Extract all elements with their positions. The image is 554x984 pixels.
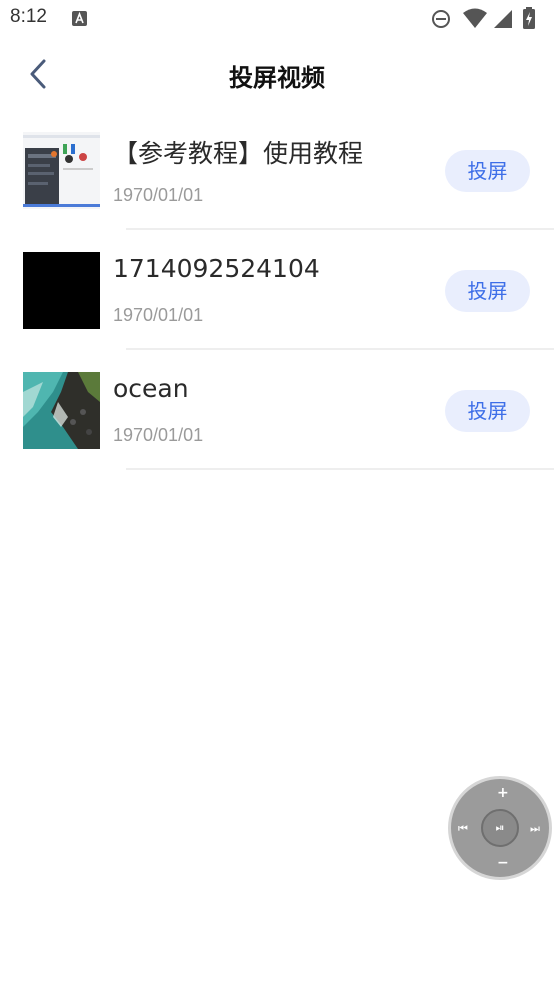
cell-signal-icon: [494, 10, 512, 28]
video-list-item[interactable]: ocean 1970/01/01 投屏: [0, 350, 554, 470]
video-thumbnail: [23, 252, 100, 329]
video-title: 【参考教程】使用教程: [113, 139, 364, 168]
do-not-disturb-icon: [432, 10, 450, 28]
video-list-item[interactable]: 1714092524104 1970/01/01 投屏: [0, 230, 554, 350]
play-pause-button[interactable]: ⏯: [481, 809, 519, 847]
cast-button[interactable]: 投屏: [445, 270, 530, 312]
video-thumbnail: [23, 372, 100, 449]
status-time: 8:12: [10, 6, 47, 27]
divider: [126, 468, 554, 470]
video-title: 1714092524104: [113, 254, 320, 283]
cast-button[interactable]: 投屏: [445, 390, 530, 432]
notification-a-icon: [72, 11, 87, 26]
status-icons: [430, 7, 546, 31]
video-date: 1970/01/01: [113, 425, 204, 445]
video-title: ocean: [113, 374, 189, 403]
cast-button[interactable]: 投屏: [445, 150, 530, 192]
video-list: 【参考教程】使用教程 1970/01/01 投屏 1714092524104 1…: [0, 110, 554, 470]
next-icon[interactable]: ⏭: [530, 822, 540, 836]
previous-icon[interactable]: ⏮: [458, 822, 468, 836]
wifi-icon: [463, 8, 487, 28]
page-title: 投屏视频: [229, 64, 325, 92]
volume-down-button[interactable]: −: [497, 855, 509, 871]
video-date: 1970/01/01: [113, 305, 204, 325]
header: 投屏视频: [0, 38, 554, 110]
video-list-item[interactable]: 【参考教程】使用教程 1970/01/01 投屏: [0, 110, 554, 230]
volume-up-button[interactable]: +: [497, 785, 509, 801]
video-thumbnail: [23, 132, 100, 209]
video-date: 1970/01/01: [113, 185, 204, 205]
status-bar: 8:12: [0, 0, 554, 38]
battery-icon: [523, 7, 535, 29]
floating-remote-control[interactable]: + ⏮ ⏯ ⏭ −: [448, 776, 552, 880]
